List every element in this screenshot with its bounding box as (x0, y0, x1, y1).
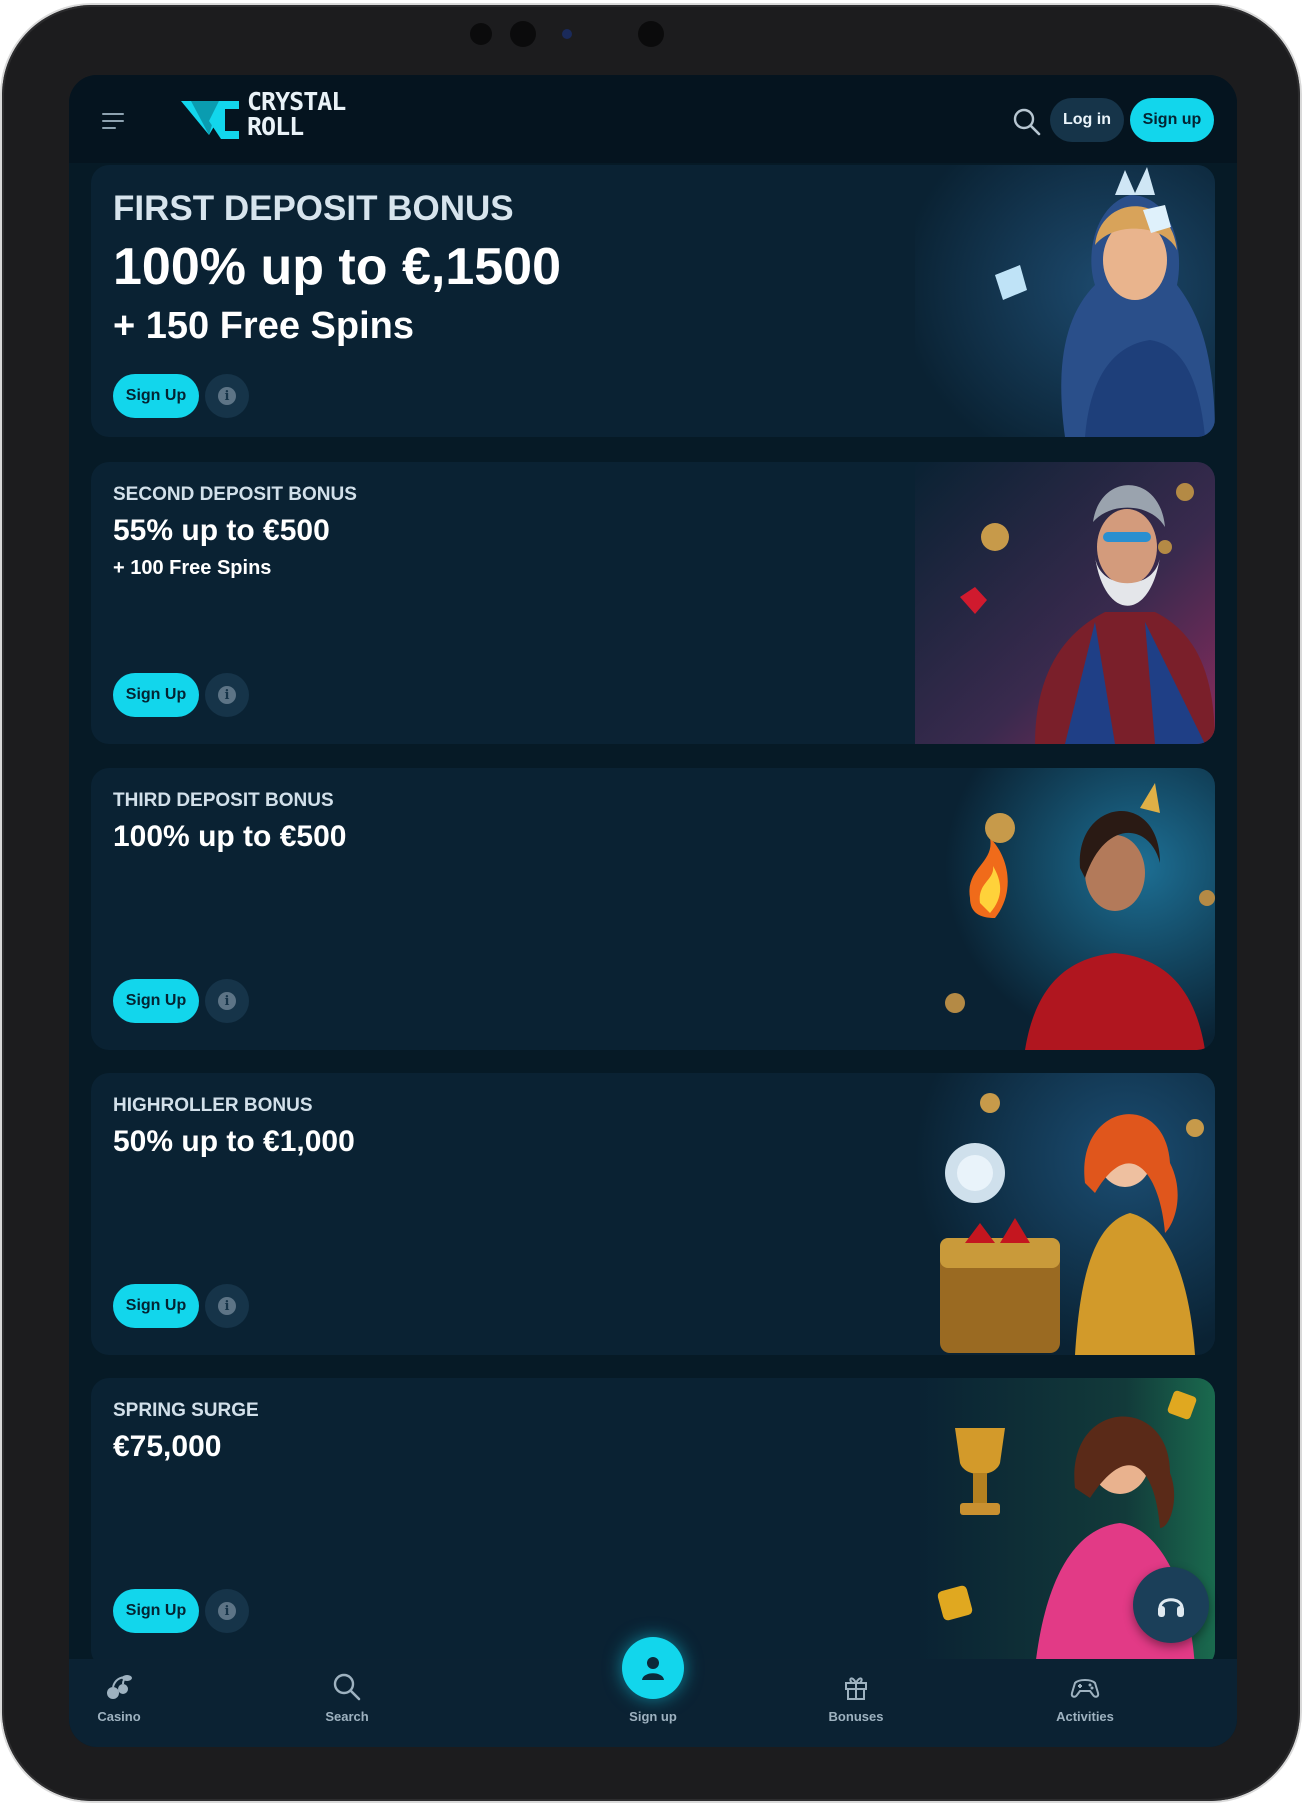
nav-label: Bonuses (828, 1709, 884, 1724)
card-title: 55% up to €500 (113, 514, 330, 547)
camera-lens (562, 29, 572, 39)
card-eyebrow: THIRD DEPOSIT BONUS (113, 790, 334, 811)
camera-dot (510, 21, 536, 47)
info-icon: i (218, 1297, 236, 1315)
card-signup-button[interactable]: Sign Up (113, 374, 199, 418)
card-signup-button[interactable]: Sign Up (113, 1589, 199, 1633)
nav-label: Activities (1056, 1709, 1114, 1724)
headset-icon (1158, 1598, 1184, 1617)
card-info-button[interactable]: i (205, 979, 249, 1023)
info-icon: i (218, 1602, 236, 1620)
wizard-character-art (915, 462, 1215, 744)
nav-search[interactable]: Search (287, 1659, 407, 1747)
card-info-button[interactable]: i (205, 1284, 249, 1328)
nav-bonuses[interactable]: Bonuses (796, 1659, 916, 1747)
card-eyebrow: HIGHROLLER BONUS (113, 1095, 313, 1116)
card-title: 50% up to €1,000 (113, 1125, 355, 1158)
card-info-button[interactable]: i (205, 374, 249, 418)
cherries-icon (107, 1675, 132, 1699)
info-icon: i (218, 992, 236, 1010)
support-button[interactable] (1133, 1567, 1209, 1643)
nav-label: Search (325, 1709, 369, 1724)
bonus-card-highroller: HIGHROLLER BONUS 50% up to €1,000 Sign U… (91, 1073, 1215, 1355)
nav-label: Casino (97, 1709, 141, 1724)
signup-button[interactable]: Sign up (1130, 98, 1214, 142)
card-signup-button[interactable]: Sign Up (113, 1284, 199, 1328)
search-icon (333, 1673, 361, 1701)
bonus-card-spring-surge: SPRING SURGE €75,000 Sign Up i (91, 1378, 1215, 1668)
nav-label: Sign up (629, 1709, 677, 1724)
card-eyebrow: SECOND DEPOSIT BONUS (113, 484, 357, 505)
nav-casino[interactable]: Casino (69, 1659, 179, 1747)
brand-line-1: CRYSTAL (247, 87, 346, 116)
nav-activities[interactable]: Activities (1025, 1659, 1145, 1747)
brand-line-2: ROLL (247, 112, 304, 141)
card-info-button[interactable]: i (205, 673, 249, 717)
card-info-button[interactable]: i (205, 1589, 249, 1633)
bonus-card-second-deposit: SECOND DEPOSIT BONUS 55% up to €500 + 10… (91, 462, 1215, 744)
card-signup-button[interactable]: Sign Up (113, 979, 199, 1023)
tablet-frame: CRYSTAL ROLL Log in Sign up FIRST DEPOSI… (2, 5, 1300, 1801)
card-eyebrow: FIRST DEPOSIT BONUS (113, 189, 514, 228)
camera-dot (470, 23, 492, 45)
camera-dot (638, 21, 664, 47)
login-button[interactable]: Log in (1050, 98, 1124, 142)
queen-character-art (915, 165, 1215, 437)
hamburger-menu-icon[interactable] (102, 113, 126, 133)
card-eyebrow: SPRING SURGE (113, 1400, 259, 1421)
signup-fab-button[interactable] (622, 1637, 684, 1699)
user-icon (642, 1657, 664, 1680)
app-screen: CRYSTAL ROLL Log in Sign up FIRST DEPOSI… (69, 75, 1237, 1747)
treasure-queen-character-art (915, 1073, 1215, 1355)
card-subtitle: + 150 Free Spins (113, 305, 414, 347)
card-title: €75,000 (113, 1430, 222, 1463)
brand-name: CRYSTAL ROLL (247, 87, 346, 141)
gamepad-icon (1070, 1679, 1100, 1698)
bonus-card-third-deposit: THIRD DEPOSIT BONUS 100% up to €500 Sign… (91, 768, 1215, 1050)
card-signup-button[interactable]: Sign Up (113, 673, 199, 717)
bonus-card-first-deposit: FIRST DEPOSIT BONUS 100% up to €,1500 + … (91, 165, 1215, 437)
search-icon[interactable] (1012, 107, 1042, 137)
card-title: 100% up to €,1500 (113, 238, 561, 296)
info-icon: i (218, 686, 236, 704)
card-subtitle: + 100 Free Spins (113, 557, 272, 579)
info-icon: i (218, 387, 236, 405)
top-header: CRYSTAL ROLL Log in Sign up (69, 75, 1237, 163)
card-title: 100% up to €500 (113, 820, 347, 853)
fire-queen-character-art (915, 768, 1215, 1050)
gift-icon (845, 1677, 867, 1700)
